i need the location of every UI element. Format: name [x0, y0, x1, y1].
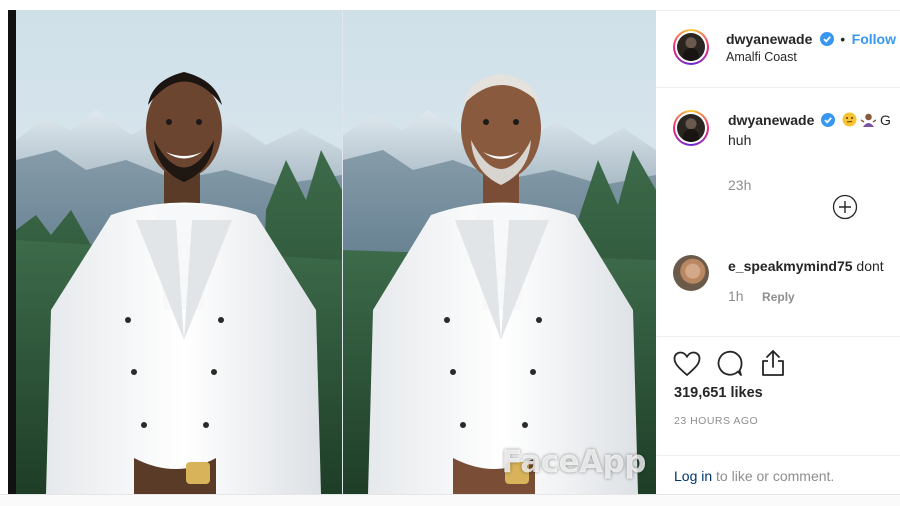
share-icon[interactable] [760, 349, 786, 377]
avatar-image [677, 33, 705, 61]
comment-username[interactable]: e_speakmymind75 [728, 258, 853, 274]
caption-username[interactable]: dwyanewade [728, 112, 814, 128]
caption-timestamp[interactable]: 23h [728, 177, 751, 193]
author-avatar[interactable] [673, 29, 709, 65]
post-timestamp[interactable]: 23 HOURS AGO [674, 415, 758, 427]
post-sidebar: dwyanewade • Follow Amalfi Coast dwyanew… [656, 10, 900, 495]
faceapp-watermark: FaceApp [501, 444, 646, 480]
post-actions: 319,651 likes 23 HOURS AGO Log in to lik… [656, 336, 900, 495]
comment-text: dont [856, 258, 884, 274]
page-footer-strip [0, 494, 900, 506]
heart-icon[interactable] [673, 351, 701, 377]
thinking-face-emoji-icon [842, 112, 857, 127]
post-header: dwyanewade • Follow Amalfi Coast [656, 11, 900, 88]
comment-line: e_speakmymind75 dont [728, 258, 884, 274]
reply-button[interactable]: Reply [762, 290, 795, 304]
photo-original [16, 10, 342, 494]
caption-avatar[interactable] [673, 110, 709, 146]
verified-badge-icon [821, 113, 836, 127]
commenter-avatar[interactable] [673, 255, 709, 291]
comments-section: dwyanewade G huh 23h e_speakmymind75 don… [656, 88, 900, 345]
comment-meta: 1h Reply [728, 288, 795, 306]
like-count[interactable]: 319,651 likes [674, 385, 763, 401]
login-link[interactable]: Log in [674, 468, 712, 484]
shrug-emoji-icon [860, 113, 877, 127]
caption-text: G [879, 112, 891, 128]
verified-badge-icon [819, 32, 834, 46]
follow-button[interactable]: Follow [852, 31, 896, 47]
comment-timestamp[interactable]: 1h [728, 288, 744, 304]
post-location[interactable]: Amalfi Coast [726, 50, 797, 64]
caption-text-line2: huh [728, 132, 752, 148]
author-username[interactable]: dwyanewade [726, 31, 812, 47]
photo-border [8, 10, 16, 494]
login-text: Log in to like or comment. [674, 468, 834, 484]
login-rest: to like or comment. [716, 468, 835, 484]
post-photo[interactable]: FaceApp [8, 10, 656, 494]
caption-line: dwyanewade G [728, 112, 891, 128]
comment-icon[interactable] [716, 350, 744, 378]
photo-aged [343, 10, 656, 494]
follow-separator: • [840, 31, 846, 47]
author-line: dwyanewade • Follow [726, 31, 896, 49]
add-comment-icon[interactable] [832, 194, 858, 220]
avatar-image [677, 114, 705, 142]
login-prompt: Log in to like or comment. [656, 455, 900, 496]
